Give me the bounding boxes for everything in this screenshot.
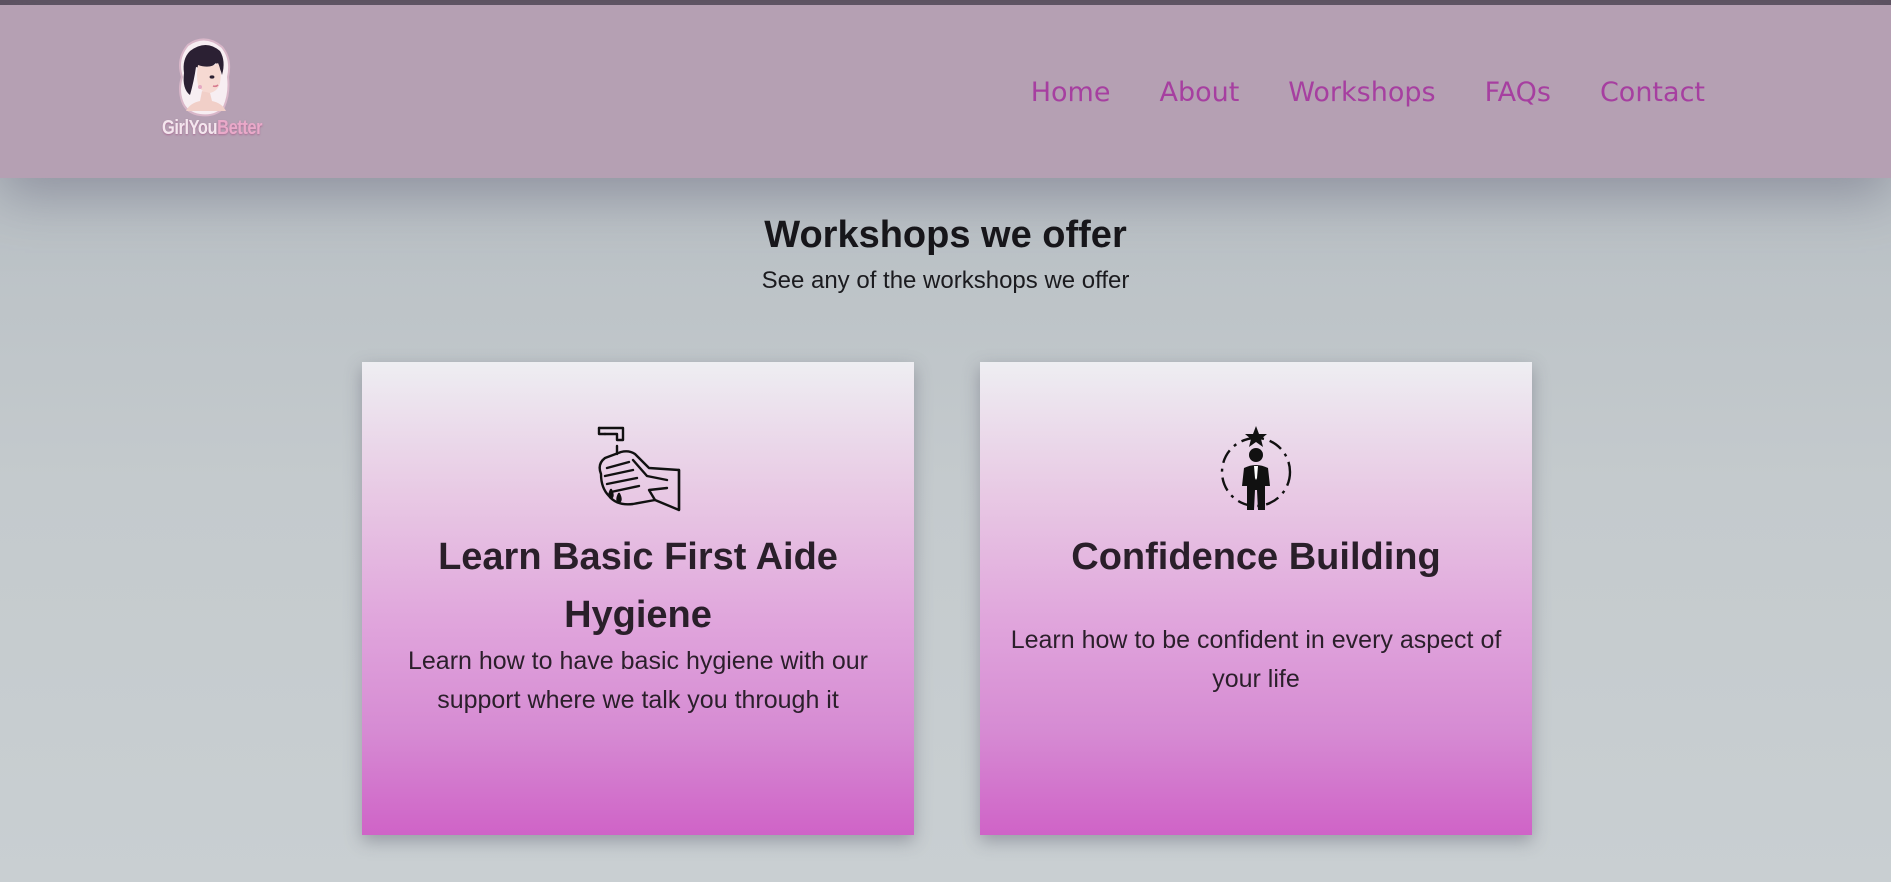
nav-link-about[interactable]: About [1159, 77, 1239, 108]
brand-logo-text: GirlYouBetter [162, 117, 263, 139]
site-header: GirlYouBetter Home About Workshops FAQs … [0, 5, 1891, 178]
workshop-card-first-aid[interactable]: Learn Basic First Aide Hygiene Learn how… [362, 362, 914, 835]
hand-washing-icon [597, 426, 681, 512]
workshops-section-header: Workshops we offer See any of the worksh… [0, 208, 1891, 298]
workshop-card-confidence[interactable]: Confidence Building Learn how to be conf… [980, 362, 1532, 835]
card-description: Learn how to be confident in every aspec… [1010, 626, 1502, 693]
card-title: Learn Basic First Aide Hygiene [438, 536, 838, 636]
confident-person-icon [1220, 426, 1292, 510]
brand-logo[interactable]: GirlYouBetter [160, 37, 275, 155]
girl-portrait-icon [179, 38, 231, 117]
section-title: Workshops we offer [764, 214, 1127, 256]
card-title: Confidence Building [1071, 536, 1441, 578]
nav-link-home[interactable]: Home [1031, 77, 1111, 108]
main-nav: Home About Workshops FAQs Contact [1031, 77, 1705, 108]
section-subtitle: See any of the workshops we offer [761, 267, 1130, 294]
nav-link-contact[interactable]: Contact [1600, 77, 1705, 108]
nav-link-workshops[interactable]: Workshops [1288, 77, 1435, 108]
card-description: Learn how to have basic hygiene with our… [407, 647, 868, 714]
nav-link-faqs[interactable]: FAQs [1485, 77, 1551, 108]
